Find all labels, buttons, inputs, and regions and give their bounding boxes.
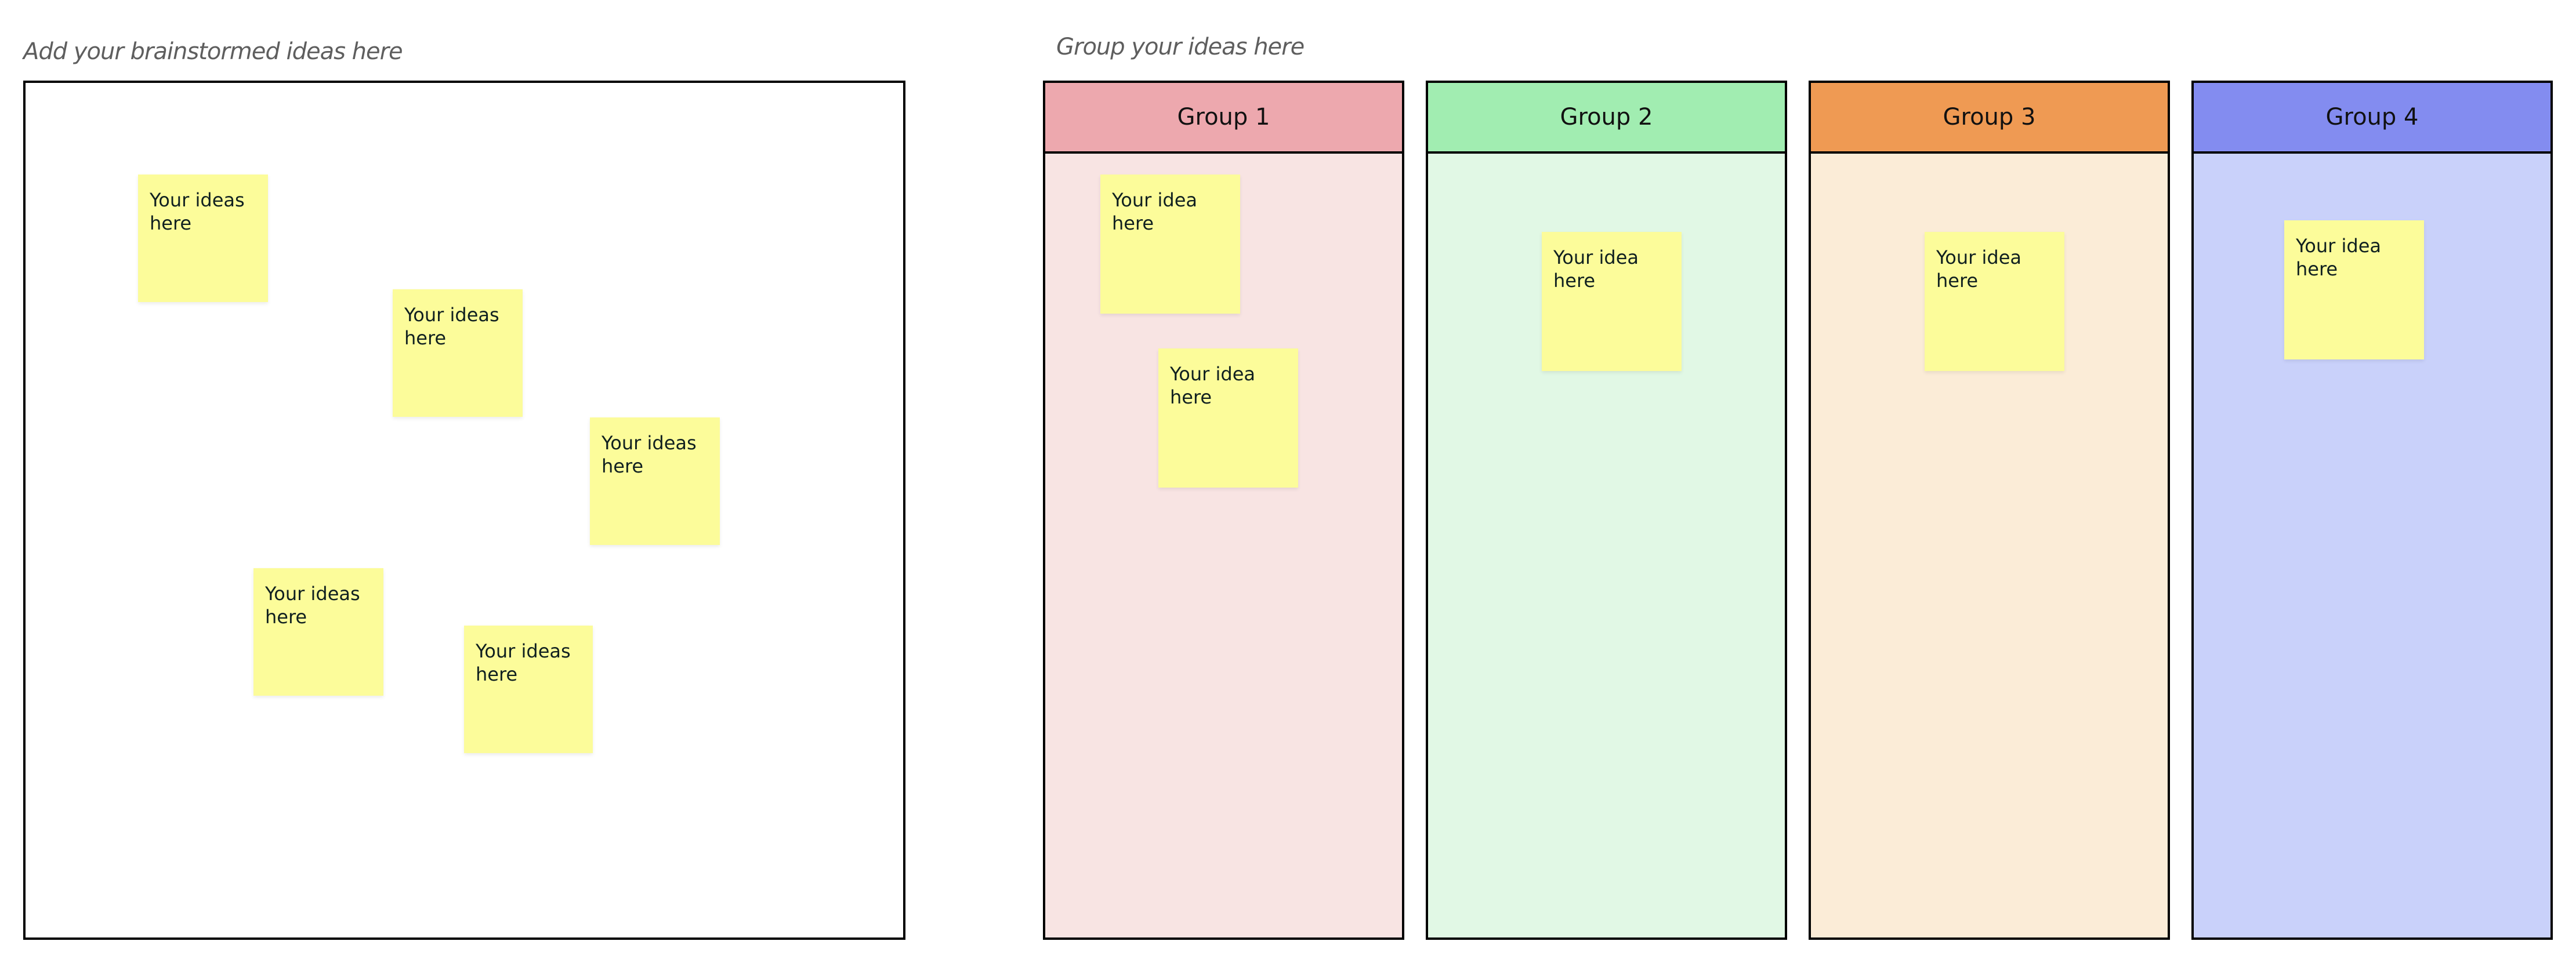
group-column-2: Group 2 Your idea here — [1426, 81, 1787, 940]
sticky-note[interactable]: Your idea here — [1100, 175, 1240, 314]
sticky-note[interactable]: Your ideas here — [138, 175, 268, 302]
group-column-3: Group 3 Your idea here — [1809, 81, 2170, 940]
group-body-1[interactable]: Your idea here Your idea here — [1045, 154, 1402, 937]
group-header-1[interactable]: Group 1 — [1045, 83, 1402, 154]
brainstorm-section-title: Add your brainstormed ideas here — [23, 38, 403, 65]
sticky-note[interactable]: Your ideas here — [464, 626, 593, 753]
group-header-4[interactable]: Group 4 — [2194, 83, 2550, 154]
sticky-note[interactable]: Your idea here — [2284, 220, 2424, 359]
sticky-note[interactable]: Your idea here — [1542, 232, 1682, 371]
group-body-4[interactable]: Your idea here — [2194, 154, 2550, 937]
group-header-3[interactable]: Group 3 — [1811, 83, 2168, 154]
grouping-section-title: Group your ideas here — [1056, 34, 1305, 60]
group-column-4: Group 4 Your idea here — [2191, 81, 2553, 940]
group-header-2[interactable]: Group 2 — [1428, 83, 1785, 154]
brainstorm-board[interactable]: Your ideas here Your ideas here Your ide… — [23, 81, 905, 940]
group-body-3[interactable]: Your idea here — [1811, 154, 2168, 937]
group-body-2[interactable]: Your idea here — [1428, 154, 1785, 937]
sticky-note[interactable]: Your ideas here — [393, 289, 523, 417]
sticky-note[interactable]: Your ideas here — [253, 568, 383, 696]
sticky-note[interactable]: Your idea here — [1925, 232, 2064, 371]
sticky-note[interactable]: Your idea here — [1158, 348, 1298, 488]
group-column-1: Group 1 Your idea here Your idea here — [1043, 81, 1404, 940]
sticky-note[interactable]: Your ideas here — [590, 417, 720, 545]
